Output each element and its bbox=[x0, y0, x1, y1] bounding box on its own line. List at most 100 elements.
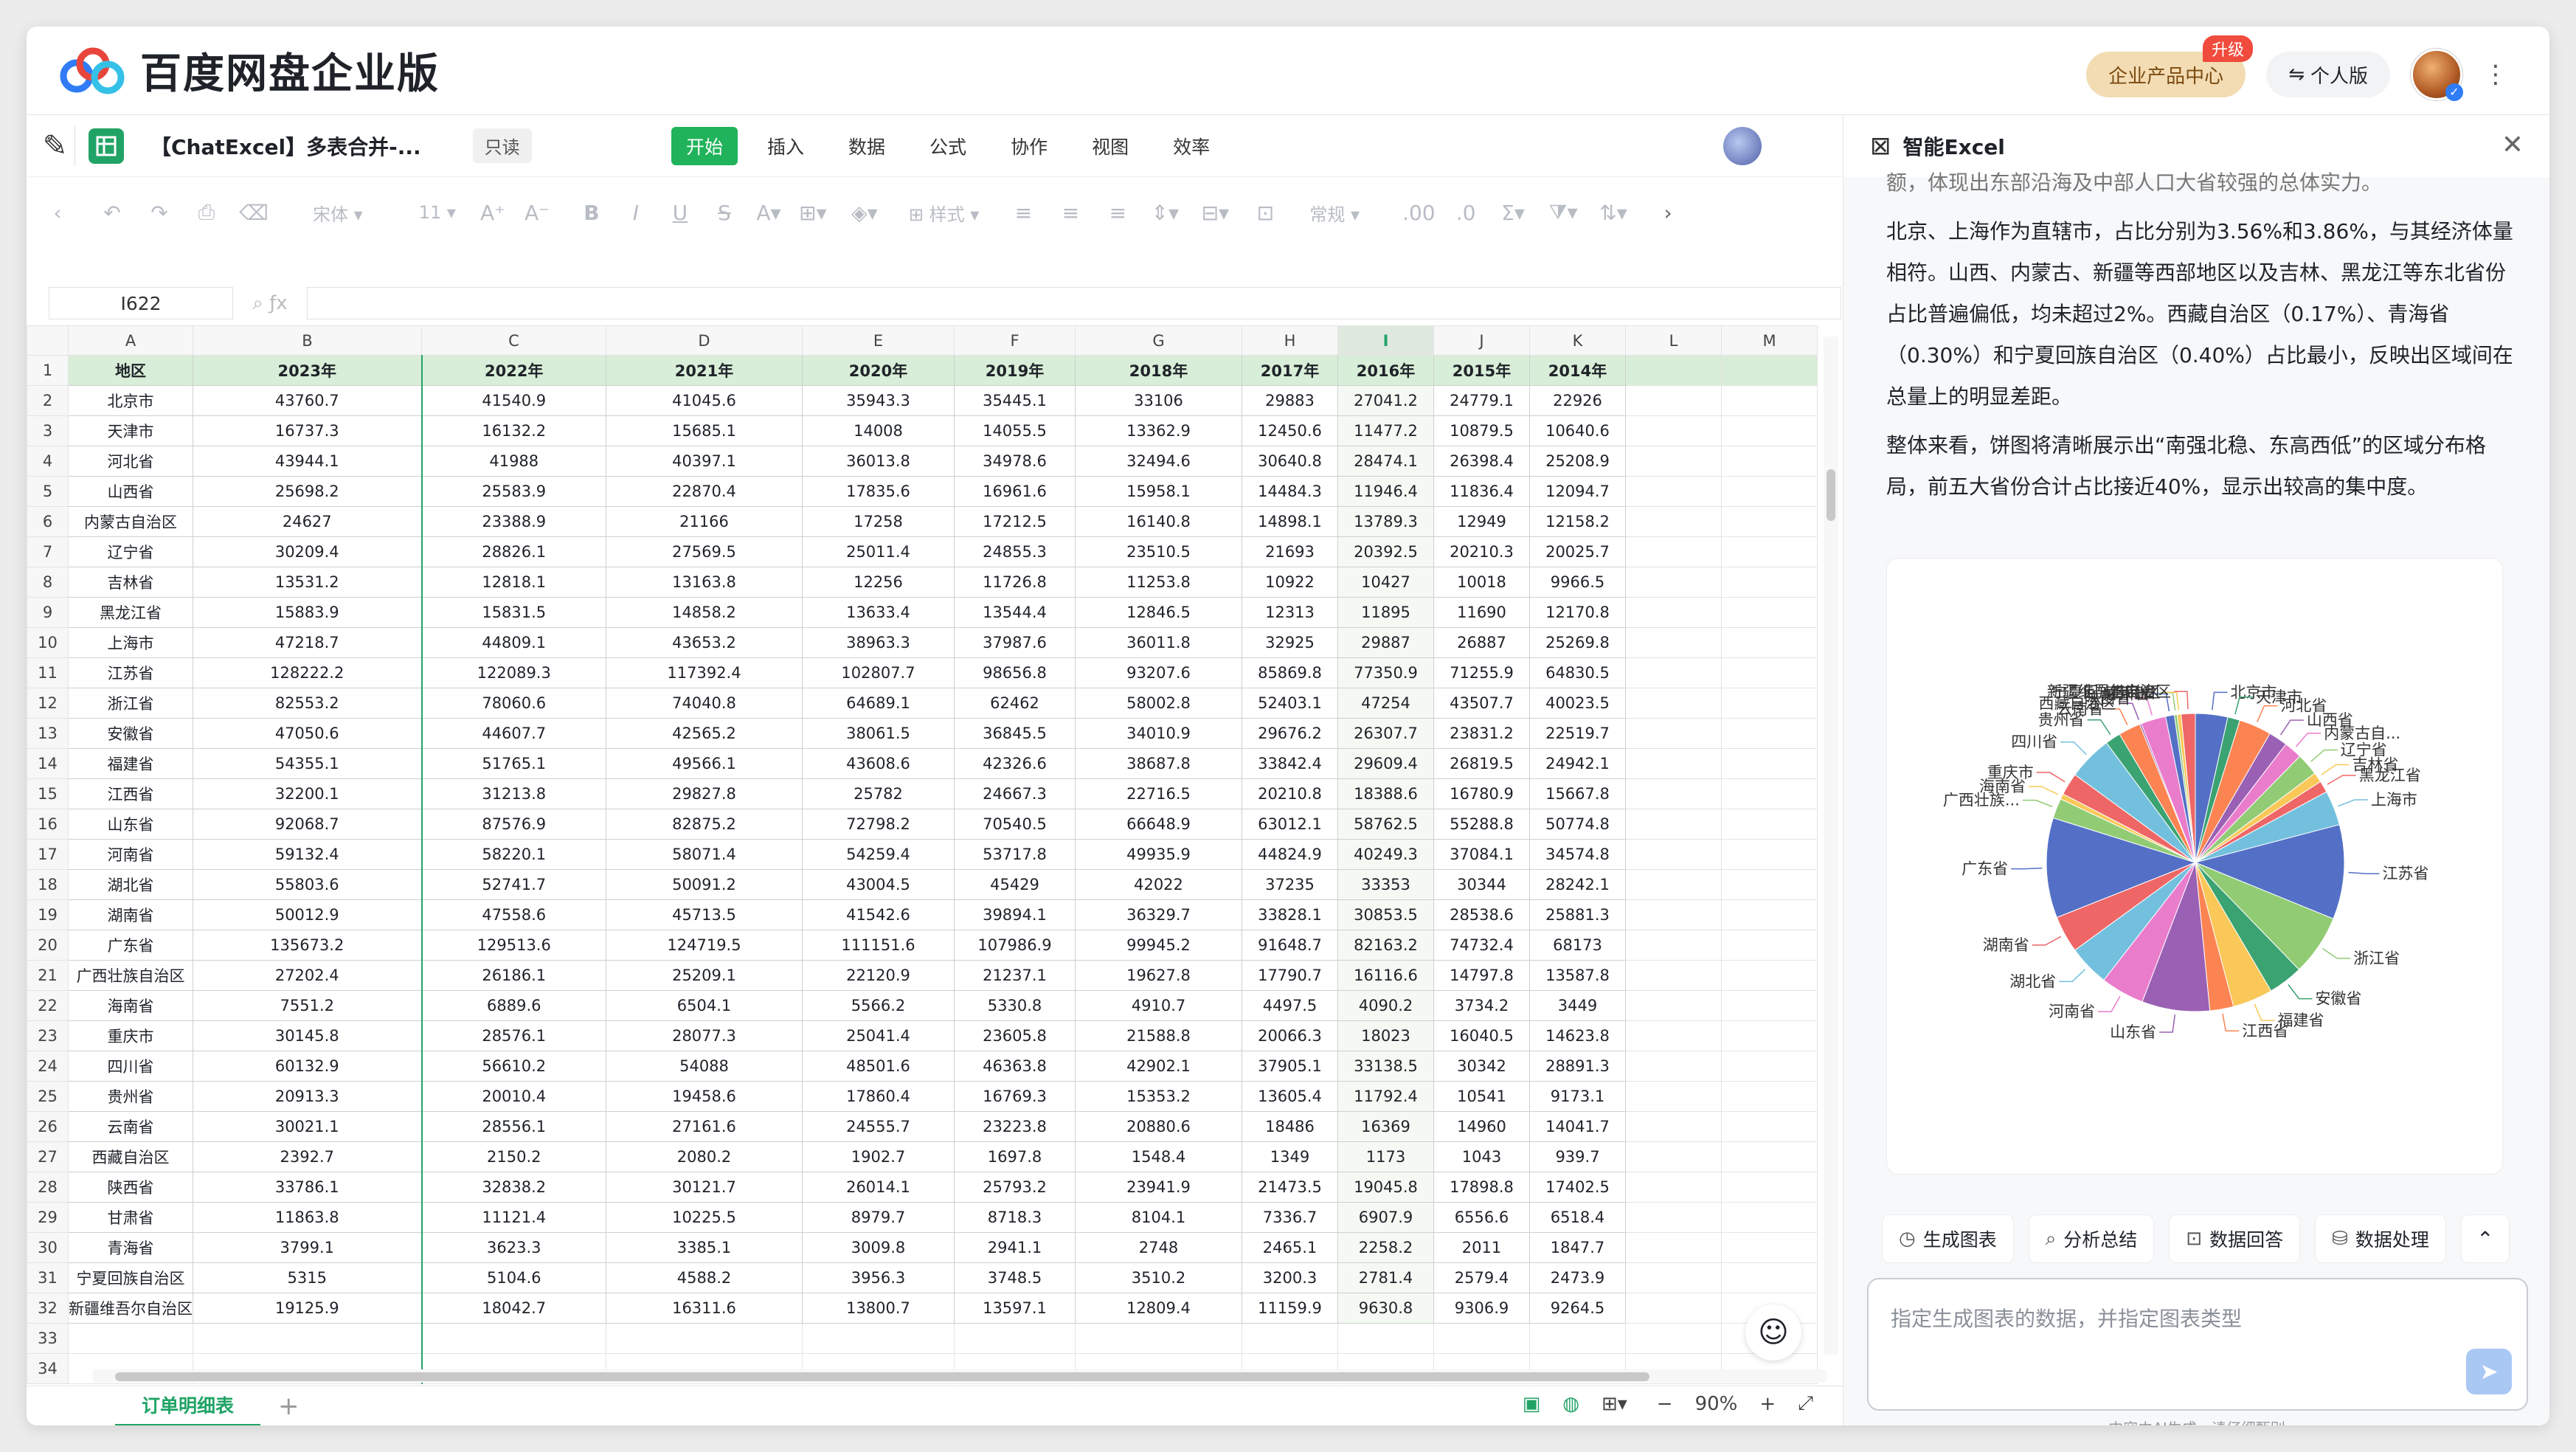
cell[interactable] bbox=[954, 1323, 1076, 1354]
cell[interactable]: 2392.7 bbox=[193, 1141, 422, 1172]
cell[interactable]: 内蒙古自治区 bbox=[68, 506, 193, 537]
cell[interactable]: 10018 bbox=[1433, 567, 1530, 598]
cell[interactable]: 24855.3 bbox=[954, 536, 1076, 567]
cell[interactable]: 47558.6 bbox=[420, 899, 606, 930]
cell[interactable]: 28538.6 bbox=[1433, 899, 1530, 930]
cell[interactable]: 129513.6 bbox=[420, 930, 606, 961]
row-header[interactable]: 33 bbox=[27, 1323, 69, 1354]
cell[interactable]: 6504.1 bbox=[606, 990, 803, 1021]
cell[interactable]: 71255.9 bbox=[1433, 657, 1530, 688]
cell[interactable]: 浙江省 bbox=[68, 688, 193, 719]
cell[interactable]: 5330.8 bbox=[954, 990, 1076, 1021]
tab-start[interactable]: 开始 bbox=[671, 127, 738, 165]
cell[interactable]: 11836.4 bbox=[1433, 476, 1530, 507]
cell[interactable]: 12450.6 bbox=[1242, 415, 1338, 446]
cell[interactable]: 甘肃省 bbox=[68, 1202, 193, 1233]
cell[interactable] bbox=[1721, 778, 1818, 809]
cell[interactable]: 33828.1 bbox=[1242, 899, 1338, 930]
row-header[interactable]: 30 bbox=[27, 1232, 69, 1263]
cell[interactable]: 1902.7 bbox=[802, 1141, 955, 1172]
cell[interactable]: 河北省 bbox=[68, 446, 193, 477]
table-row[interactable]: 2 北京市 43760.7 41540.9 41045.6 35943.3 35445.1 3… bbox=[27, 385, 1818, 416]
cell[interactable]: 26186.1 bbox=[420, 960, 606, 991]
column-header[interactable]: L bbox=[1625, 325, 1722, 356]
cell[interactable]: 35943.3 bbox=[802, 385, 955, 416]
column-header[interactable]: J bbox=[1433, 325, 1530, 356]
ai-assistant-icon[interactable]: ☺ bbox=[1745, 1304, 1801, 1361]
cell[interactable]: 11895 bbox=[1337, 597, 1434, 628]
table-row[interactable]: 21 广西壮族自治区 27202.4 26186.1 25209.1 22120.9 212… bbox=[27, 960, 1818, 991]
format-painter-icon[interactable]: ⎙ bbox=[190, 200, 223, 225]
row-header[interactable]: 27 bbox=[27, 1141, 69, 1172]
cell[interactable]: 西藏自治区 bbox=[68, 1141, 193, 1172]
cell[interactable]: 24555.7 bbox=[802, 1111, 955, 1142]
cell[interactable]: 33842.4 bbox=[1242, 748, 1338, 779]
cell[interactable]: 25583.9 bbox=[420, 476, 606, 507]
row-header[interactable]: 9 bbox=[27, 597, 69, 628]
cell[interactable]: 74040.8 bbox=[606, 688, 803, 719]
cell[interactable]: 64689.1 bbox=[802, 688, 955, 719]
cell[interactable]: 30853.5 bbox=[1337, 899, 1434, 930]
row-header[interactable]: 15 bbox=[27, 778, 69, 809]
cell[interactable]: 41045.6 bbox=[606, 385, 803, 416]
cell[interactable]: 10225.5 bbox=[606, 1202, 803, 1233]
cell[interactable]: 50774.8 bbox=[1529, 809, 1626, 840]
cell[interactable]: 2465.1 bbox=[1242, 1232, 1338, 1263]
cell[interactable]: 青海省 bbox=[68, 1232, 193, 1263]
cell[interactable]: 66648.9 bbox=[1075, 809, 1242, 840]
cell[interactable] bbox=[1721, 536, 1818, 567]
undo-icon[interactable]: ↶ bbox=[96, 201, 128, 225]
cell[interactable]: 30021.1 bbox=[193, 1111, 422, 1142]
cell[interactable] bbox=[1625, 748, 1722, 779]
cell[interactable]: 22120.9 bbox=[802, 960, 955, 991]
cell[interactable]: 93207.6 bbox=[1075, 657, 1242, 688]
cell[interactable]: 45429 bbox=[954, 869, 1076, 900]
cell[interactable]: 10922 bbox=[1242, 567, 1338, 598]
cell[interactable]: 42326.6 bbox=[954, 748, 1076, 779]
align-center-icon[interactable]: ≡ bbox=[1054, 201, 1087, 225]
table-row[interactable]: 22 海南省 7551.2 6889.6 6504.1 5566.2 5330.8 4910.… bbox=[27, 990, 1818, 1021]
cell[interactable] bbox=[1625, 1081, 1722, 1112]
cell[interactable] bbox=[1625, 718, 1722, 749]
vertical-align-icon[interactable]: ⇕▾ bbox=[1149, 201, 1181, 225]
table-row[interactable]: 14 福建省 54355.1 51765.1 49566.1 43608.6 42326.6… bbox=[27, 748, 1818, 779]
table-row[interactable]: 5 山西省 25698.2 25583.9 22870.4 17835.6 16961.6 1… bbox=[27, 476, 1818, 507]
cell[interactable]: 24942.1 bbox=[1529, 748, 1626, 779]
cell[interactable]: 云南省 bbox=[68, 1111, 193, 1142]
row-header[interactable]: 16 bbox=[27, 809, 69, 840]
cell[interactable]: 北京市 bbox=[68, 385, 193, 416]
row-header[interactable]: 24 bbox=[27, 1051, 69, 1082]
cell[interactable]: 9173.1 bbox=[1529, 1081, 1626, 1112]
cell[interactable] bbox=[1529, 1323, 1626, 1354]
cell[interactable]: 16961.6 bbox=[954, 476, 1076, 507]
cell[interactable]: 50012.9 bbox=[193, 899, 422, 930]
cell[interactable] bbox=[1625, 1202, 1722, 1233]
add-sheet-icon[interactable]: + bbox=[278, 1392, 300, 1421]
column-header[interactable]: I bbox=[1337, 325, 1434, 356]
cell[interactable]: 41540.9 bbox=[420, 385, 606, 416]
cell[interactable]: 福建省 bbox=[68, 748, 193, 779]
cell[interactable]: 43608.6 bbox=[802, 748, 955, 779]
cell[interactable]: 20010.4 bbox=[420, 1081, 606, 1112]
tab-insert[interactable]: 插入 bbox=[752, 127, 819, 165]
row-header[interactable]: 12 bbox=[27, 688, 69, 719]
cell[interactable]: 939.7 bbox=[1529, 1141, 1626, 1172]
cell[interactable]: 13362.9 bbox=[1075, 415, 1242, 446]
cell[interactable]: 17212.5 bbox=[954, 506, 1076, 537]
underline-icon[interactable]: U bbox=[664, 201, 696, 225]
cell[interactable]: 47050.6 bbox=[193, 718, 422, 749]
header-cell[interactable]: 2015年 bbox=[1433, 355, 1530, 386]
cell[interactable]: 13597.1 bbox=[954, 1293, 1076, 1324]
cell[interactable]: 135673.2 bbox=[193, 930, 422, 961]
tab-efficiency[interactable]: 效率 bbox=[1158, 127, 1225, 165]
decimal-decrease-icon[interactable]: .0 bbox=[1450, 201, 1482, 225]
cell[interactable]: 49566.1 bbox=[606, 748, 803, 779]
cell[interactable]: 36845.5 bbox=[954, 718, 1076, 749]
cell[interactable] bbox=[1625, 567, 1722, 598]
cell[interactable]: 55803.6 bbox=[193, 869, 422, 900]
cell[interactable]: 19458.6 bbox=[606, 1081, 803, 1112]
cell[interactable] bbox=[1721, 657, 1818, 688]
column-header[interactable]: A bbox=[68, 325, 193, 356]
table-row[interactable]: 28 陕西省 33786.1 32838.2 30121.7 26014.1 25793.2… bbox=[27, 1172, 1818, 1203]
cell[interactable]: 9966.5 bbox=[1529, 567, 1626, 598]
